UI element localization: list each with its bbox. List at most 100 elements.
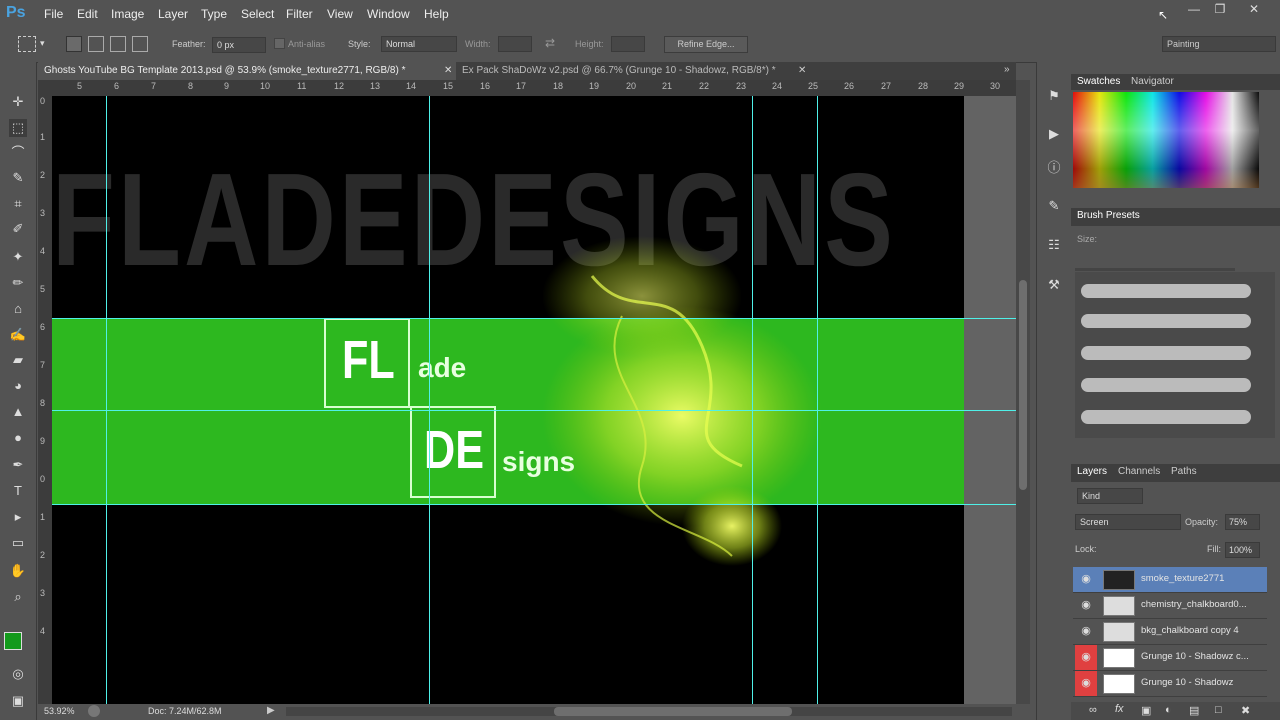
clone-source-icon[interactable]: ☷ — [1045, 237, 1063, 255]
info-icon[interactable]: ⓘ — [1045, 157, 1063, 175]
menu-help[interactable]: Help — [424, 7, 449, 21]
new-layer-icon[interactable]: □ — [1215, 704, 1222, 716]
fx-icon[interactable]: fx — [1115, 703, 1124, 715]
brush-preset[interactable] — [1081, 284, 1251, 298]
fill-input[interactable]: 100% — [1225, 542, 1260, 558]
tab-paths[interactable]: Paths — [1171, 464, 1197, 480]
tab-swatches[interactable]: Swatches — [1077, 74, 1120, 90]
layer-row[interactable]: ◉ bkg_chalkboard copy 4 — [1073, 619, 1267, 645]
brush-tool-icon[interactable]: ✏ — [9, 274, 27, 292]
history-brush-icon[interactable]: ✍ — [9, 326, 27, 344]
opacity-input[interactable]: 75% — [1225, 514, 1260, 530]
minimize-icon[interactable]: — — [1184, 2, 1204, 18]
foreground-color-swatch[interactable] — [4, 632, 22, 650]
brush-preset[interactable] — [1081, 314, 1251, 328]
type-tool-icon[interactable]: T — [9, 482, 27, 500]
rect-marquee-tool-icon[interactable]: ⬚ — [9, 119, 27, 137]
screen-mode-icon[interactable]: ▣ — [9, 692, 27, 710]
tab-brush-presets[interactable]: Brush Presets — [1077, 208, 1140, 224]
tab-channels[interactable]: Channels — [1118, 464, 1160, 480]
guide-line[interactable] — [52, 504, 1016, 505]
tab-close-icon[interactable]: ✕ — [444, 65, 452, 76]
dodge-tool-icon[interactable]: ● — [9, 429, 27, 447]
layer-row[interactable]: ◉ smoke_texture2771 — [1073, 567, 1267, 593]
share-icon[interactable] — [88, 705, 100, 717]
blend-mode-select[interactable]: Screen — [1075, 514, 1181, 530]
menu-filter[interactable]: Filter — [286, 7, 313, 21]
link-layers-icon[interactable]: ∞ — [1089, 704, 1097, 716]
brush-size-slider[interactable] — [1075, 268, 1235, 271]
intersect-selection-icon[interactable] — [132, 36, 148, 52]
layer-row[interactable]: ◉ chemistry_chalkboard0... — [1073, 593, 1267, 619]
crop-tool-icon[interactable]: ⌗ — [9, 195, 27, 213]
visibility-eye-icon[interactable]: ◉ — [1075, 567, 1097, 592]
guide-line[interactable] — [52, 410, 1016, 411]
dropdown-arrow-icon[interactable]: ▾ — [40, 38, 45, 49]
brush-preset[interactable] — [1081, 346, 1251, 360]
visibility-eye-icon[interactable]: ◉ — [1075, 619, 1097, 644]
visibility-eye-icon[interactable]: ◉ — [1075, 645, 1097, 670]
tab-close-icon[interactable]: ✕ — [798, 65, 806, 76]
layer-row[interactable]: ◉ Grunge 10 - Shadowz — [1073, 671, 1267, 697]
add-selection-icon[interactable] — [88, 36, 104, 52]
antialias-checkbox[interactable] — [274, 38, 285, 49]
layer-row[interactable]: ◉ Grunge 10 - Shadowz c... — [1073, 645, 1267, 671]
style-select[interactable]: Normal — [381, 36, 457, 52]
scroll-thumb[interactable] — [1019, 280, 1027, 490]
scroll-thumb[interactable] — [554, 707, 792, 716]
menu-window[interactable]: Window — [367, 7, 410, 21]
tab-layers[interactable]: Layers — [1077, 464, 1107, 480]
actions-icon[interactable]: ▶ — [1045, 126, 1063, 144]
menu-view[interactable]: View — [327, 7, 353, 21]
zoom-tool-icon[interactable]: ⌕ — [9, 588, 27, 606]
guide-line[interactable] — [817, 96, 818, 704]
paint-bucket-icon[interactable]: ◕ — [9, 377, 27, 395]
menu-select[interactable]: Select — [241, 7, 274, 21]
guide-line[interactable] — [752, 96, 753, 704]
visibility-eye-icon[interactable]: ◉ — [1075, 671, 1097, 696]
horizontal-scrollbar[interactable] — [286, 707, 1012, 716]
vertical-scrollbar[interactable] — [1016, 80, 1030, 704]
brush-preset[interactable] — [1081, 410, 1251, 424]
canvas-pasteboard[interactable]: FLADEDESIGNS FL ade DE signs — [52, 96, 1016, 704]
status-menu-icon[interactable]: ▶ — [267, 705, 275, 716]
menu-edit[interactable]: Edit — [77, 7, 98, 21]
guide-line[interactable] — [429, 96, 430, 704]
quick-mask-icon[interactable]: ◎ — [9, 665, 27, 683]
visibility-eye-icon[interactable]: ◉ — [1075, 593, 1097, 618]
workspace-select[interactable]: Painting — [1162, 36, 1276, 52]
subtract-selection-icon[interactable] — [110, 36, 126, 52]
brush-preset-list[interactable] — [1075, 272, 1275, 438]
guide-line[interactable] — [52, 318, 1016, 319]
zoom-level[interactable]: 53.92% — [44, 706, 75, 716]
history-icon[interactable]: ⚑ — [1045, 88, 1063, 106]
quick-select-tool-icon[interactable]: ✎ — [9, 169, 27, 187]
layer-filter-kind[interactable]: Kind — [1077, 488, 1143, 504]
menu-image[interactable]: Image — [111, 7, 144, 21]
adjustment-icon[interactable]: ◐ — [1165, 704, 1172, 716]
document-canvas[interactable]: FLADEDESIGNS FL ade DE signs — [52, 96, 964, 704]
close-icon[interactable]: ✕ — [1244, 2, 1264, 18]
refine-edge-button[interactable]: Refine Edge... — [664, 36, 748, 53]
brush-preset[interactable] — [1081, 378, 1251, 392]
tab-navigator[interactable]: Navigator — [1131, 74, 1174, 90]
rectangle-tool-icon[interactable]: ▭ — [9, 534, 27, 552]
menu-layer[interactable]: Layer — [158, 7, 188, 21]
width-input[interactable] — [498, 36, 532, 52]
eyedropper-tool-icon[interactable]: ✐ — [9, 220, 27, 238]
guide-line[interactable] — [106, 96, 107, 704]
menu-type[interactable]: Type — [201, 7, 227, 21]
tab-ghosts-template[interactable]: Ghosts YouTube BG Template 2013.psd @ 53… — [38, 62, 456, 80]
feather-input[interactable]: 0 px — [212, 37, 266, 53]
brush-icon[interactable]: ✎ — [1045, 198, 1063, 216]
marquee-tool-icon[interactable] — [18, 36, 36, 52]
lasso-tool-icon[interactable]: ⌒ — [9, 144, 27, 162]
restore-icon[interactable]: ❐ — [1210, 2, 1230, 18]
path-select-icon[interactable]: ▸ — [9, 508, 27, 526]
swap-icon[interactable]: ⇄ — [545, 36, 555, 50]
blur-tool-icon[interactable]: ▲ — [9, 403, 27, 421]
eraser-tool-icon[interactable]: ▰ — [9, 351, 27, 369]
healing-brush-icon[interactable]: ✦ — [9, 248, 27, 266]
mask-icon[interactable]: ▣ — [1141, 704, 1151, 717]
new-selection-icon[interactable] — [66, 36, 82, 52]
